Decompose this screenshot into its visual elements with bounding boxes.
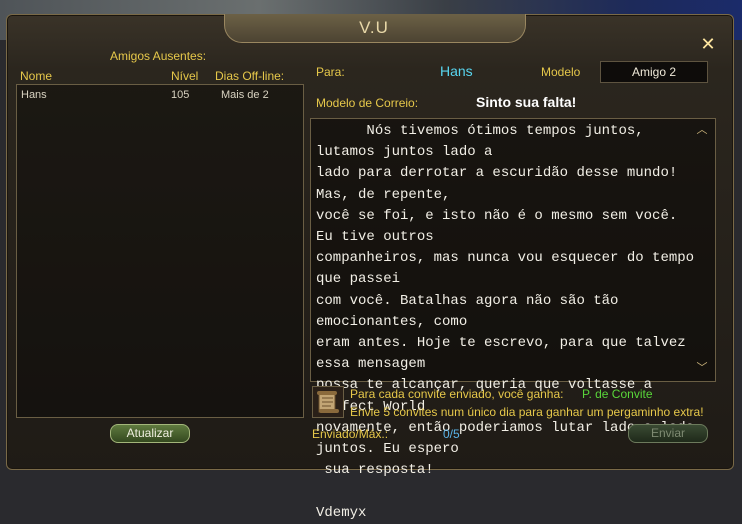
model-select[interactable]: Amigo 2 — [600, 61, 708, 83]
invite-points: P. de Convite — [582, 387, 653, 401]
absent-friends-title: Amigos Ausentes: — [110, 49, 207, 63]
friends-list — [16, 84, 304, 418]
friend-level: 105 — [171, 89, 190, 101]
to-label: Para: — [316, 65, 345, 79]
scroll-icon — [312, 386, 344, 418]
sent-max-value: 0/5 — [443, 427, 460, 441]
chevron-down-icon[interactable]: ﹀ — [696, 362, 708, 374]
table-row[interactable]: Hans 105 Mais de 2 — [18, 87, 300, 103]
column-name[interactable]: Nome — [20, 69, 52, 83]
chevron-up-icon[interactable]: ︿ — [696, 124, 708, 136]
friend-days-offline: Mais de 2 — [221, 89, 269, 101]
reward-line1: Para cada convite enviado, você ganha: — [350, 387, 564, 401]
recipient-name: Hans — [440, 63, 473, 79]
column-level[interactable]: Nível — [171, 69, 198, 83]
mail-model-label: Modelo de Correio: — [316, 96, 419, 110]
send-button[interactable]: Enviar — [628, 424, 708, 443]
window-title: V.U — [359, 18, 389, 37]
refresh-button[interactable]: Atualizar — [110, 424, 190, 443]
mail-model-value: Sinto sua falta! — [476, 94, 577, 110]
friend-name: Hans — [21, 89, 47, 101]
model-label: Modelo — [541, 65, 581, 79]
reward-line2: Envie 5 convites num único dia para ganh… — [350, 405, 704, 419]
column-days-offline[interactable]: Dias Off-line: — [215, 69, 284, 83]
letter-text: Nós tivemos ótimos tempos juntos, lutamo… — [316, 123, 695, 521]
close-icon[interactable]: ✕ — [698, 34, 718, 54]
sent-max-label: Enviado/Máx.: — [312, 427, 389, 441]
